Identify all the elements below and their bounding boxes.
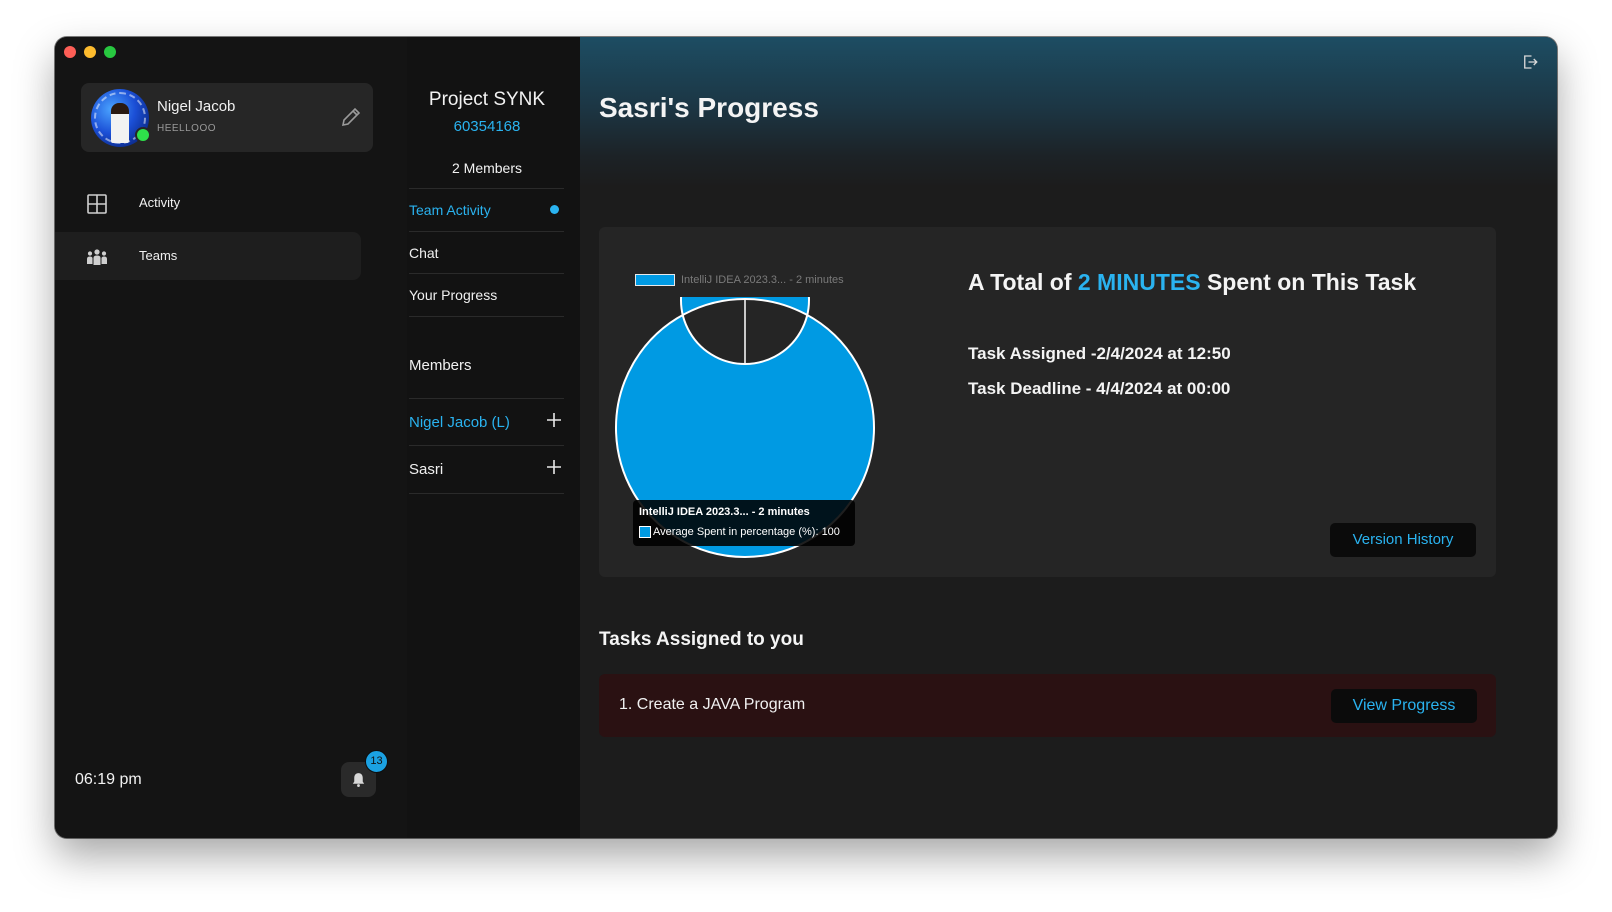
view-progress-button[interactable]: View Progress <box>1331 689 1477 723</box>
task-row: 1. Create a JAVA Program View Progress <box>599 674 1496 737</box>
menu-item-team-activity[interactable]: Team Activity <box>409 188 564 231</box>
minimize-window-button[interactable] <box>84 46 96 58</box>
tooltip-swatch <box>639 526 651 538</box>
menu-item-label: Team Activity <box>409 202 491 218</box>
logout-icon[interactable] <box>1521 53 1539 71</box>
close-window-button[interactable] <box>64 46 76 58</box>
task-deadline-date: Task Deadline - 4/4/2024 at 00:00 <box>968 379 1231 398</box>
project-title: Project SYNK <box>428 89 546 110</box>
legend-label: IntelliJ IDEA 2023.3... - 2 minutes <box>681 274 844 286</box>
members-header: Members <box>409 357 472 374</box>
sidebar-item-label: Activity <box>139 195 181 210</box>
divider <box>409 493 564 494</box>
active-indicator-dot <box>550 205 559 214</box>
clock: 06:19 pm <box>75 771 142 788</box>
sidebar: Nigel Jacob HEELLOOO Activity Teams 06:1… <box>55 37 407 838</box>
page-title: Sasri's Progress <box>599 92 819 123</box>
sidebar-item-label: Teams <box>139 248 178 263</box>
people-icon <box>87 249 107 265</box>
legend-swatch <box>635 274 675 286</box>
tooltip-value: Average Spent in percentage (%): 100 <box>653 526 840 538</box>
menu-item-label: Your Progress <box>409 287 498 303</box>
notification-badge: 13 <box>365 750 388 773</box>
menu-item-your-progress[interactable]: Your Progress <box>409 273 564 317</box>
plus-icon[interactable] <box>546 459 562 475</box>
window-controls <box>64 46 116 58</box>
online-status-dot <box>135 127 151 143</box>
member-row-sasri[interactable]: Sasri <box>409 445 564 493</box>
project-id: 60354168 <box>453 118 521 135</box>
progress-chart-card: IntelliJ IDEA 2023.3... - 2 minutes Inte… <box>599 227 1496 577</box>
profile-status: HEELLOOO <box>157 123 217 134</box>
chart-tooltip: IntelliJ IDEA 2023.3... - 2 minutes Aver… <box>633 500 855 546</box>
bell-icon <box>352 773 365 787</box>
tasks-section-title: Tasks Assigned to you <box>599 629 804 650</box>
sidebar-item-activity[interactable]: Activity <box>55 179 361 227</box>
task-label: 1. Create a JAVA Program <box>619 696 806 713</box>
app-window: Nigel Jacob HEELLOOO Activity Teams 06:1… <box>55 37 1557 838</box>
total-time-heading: A Total of 2 MINUTES Spent on This Task <box>968 269 1416 296</box>
member-row-nigel-jacob[interactable]: Nigel Jacob (L) <box>409 398 564 446</box>
task-assigned-date: Task Assigned -2/4/2024 at 12:50 <box>968 344 1231 363</box>
project-panel: Project SYNK 60354168 2 Members Team Act… <box>407 37 580 838</box>
profile-card[interactable]: Nigel Jacob HEELLOOO <box>81 83 373 152</box>
total-prefix: A Total of <box>968 269 1078 295</box>
main-content: Sasri's Progress IntelliJ IDEA 2023.3...… <box>580 37 1557 838</box>
total-suffix: Spent on This Task <box>1200 269 1417 295</box>
sidebar-item-teams[interactable]: Teams <box>55 232 361 280</box>
menu-item-chat[interactable]: Chat <box>409 231 564 274</box>
members-count: 2 Members <box>451 160 523 176</box>
chart-legend[interactable]: IntelliJ IDEA 2023.3... - 2 minutes <box>635 274 844 286</box>
version-history-button[interactable]: Version History <box>1330 523 1476 557</box>
pencil-icon[interactable] <box>339 105 363 129</box>
tooltip-title: IntelliJ IDEA 2023.3... - 2 minutes <box>639 506 810 518</box>
menu-item-label: Chat <box>409 245 439 261</box>
profile-name: Nigel Jacob <box>157 98 236 115</box>
plus-icon[interactable] <box>546 412 562 428</box>
member-name: Nigel Jacob (L) <box>409 414 510 431</box>
zoom-window-button[interactable] <box>104 46 116 58</box>
avatar-figure <box>111 103 129 143</box>
grid-icon <box>87 194 107 214</box>
tooltip-row: Average Spent in percentage (%): 100 <box>639 526 840 538</box>
total-highlight: 2 MINUTES <box>1077 269 1201 295</box>
member-name: Sasri <box>409 461 444 478</box>
